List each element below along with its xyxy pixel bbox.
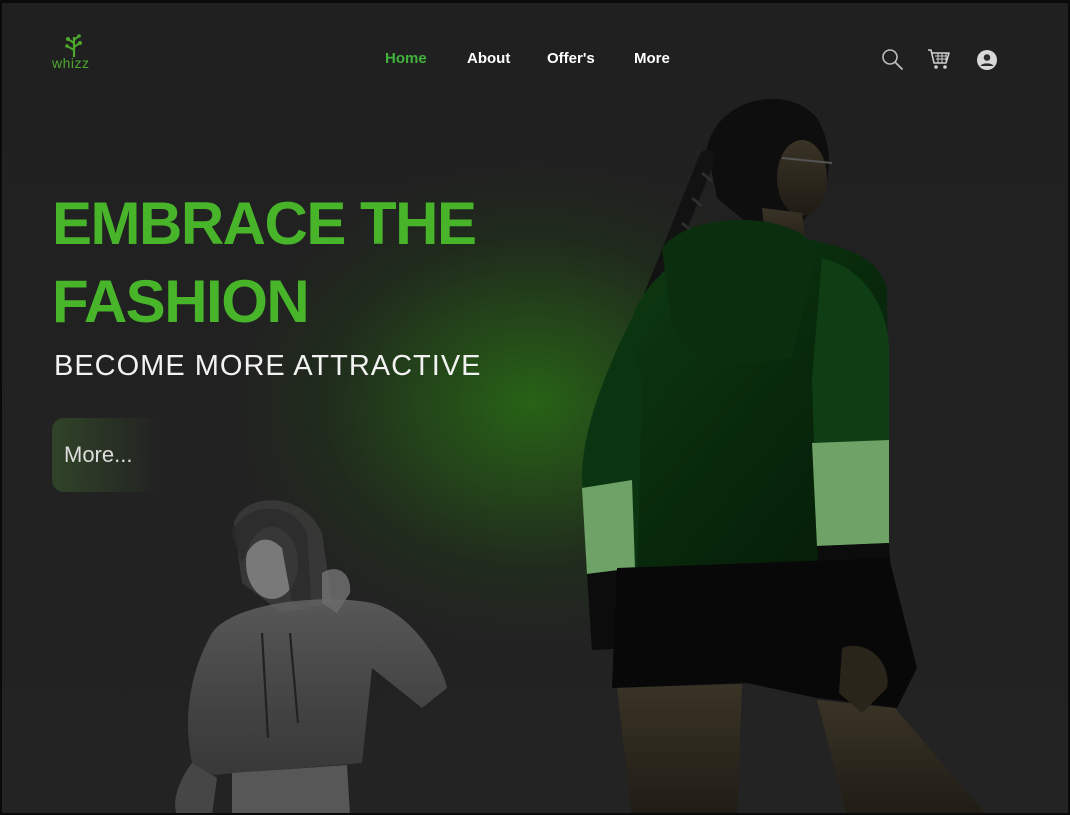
nav-item-more[interactable]: More (634, 50, 670, 67)
more-button[interactable]: More... (52, 418, 162, 492)
page-frame: whizz Home About Offer's More EMBRACE TH… (2, 3, 1068, 813)
nav-item-about[interactable]: About (467, 50, 510, 67)
nav-item-offers[interactable]: Offer's (547, 50, 595, 67)
logo-text: whizz (52, 55, 90, 71)
nav-item-home[interactable]: Home (385, 50, 427, 67)
brand-logo[interactable]: whizz (52, 34, 96, 75)
search-icon[interactable] (880, 47, 904, 71)
hero-subtitle: BECOME MORE ATTRACTIVE (54, 350, 482, 382)
tree-logo-icon (65, 34, 82, 57)
hero-title-line2: FASHION (52, 268, 310, 335)
user-icon[interactable] (975, 48, 999, 72)
cart-icon[interactable] (927, 47, 951, 71)
model-image-secondary (175, 500, 447, 813)
hero-title-line1: EMBRACE THE (52, 190, 477, 257)
model-image-main (582, 98, 985, 813)
hero-title: EMBRACE THE FASHION (52, 185, 512, 341)
